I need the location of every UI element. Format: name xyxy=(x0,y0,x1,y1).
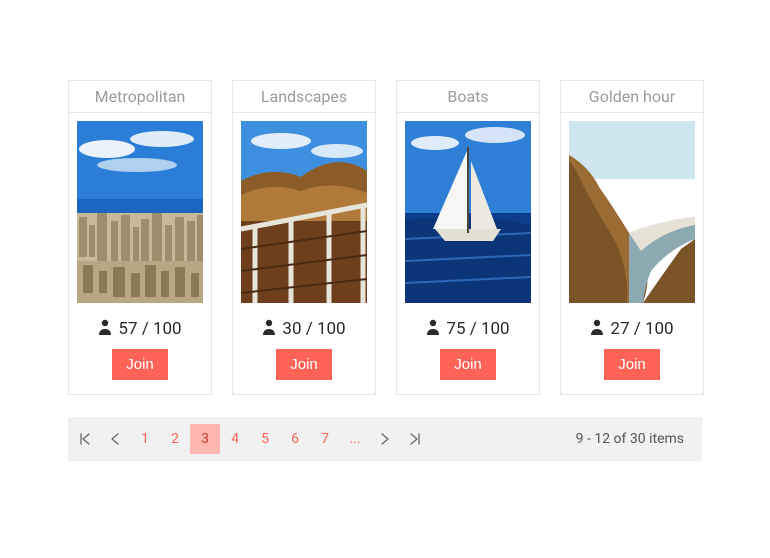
pager-ellipsis[interactable]: ... xyxy=(340,424,370,454)
card-boats: Boats 75 / 100 Join xyxy=(396,80,540,395)
pager: 1 2 3 4 5 6 7 ... 9 - 12 of 30 items xyxy=(68,417,702,461)
join-button[interactable]: Join xyxy=(112,349,168,380)
card-meta: 30 / 100 xyxy=(233,311,375,343)
pager-page-4[interactable]: 4 xyxy=(220,424,250,454)
pager-page-1[interactable]: 1 xyxy=(130,424,160,454)
pager-page-3[interactable]: 3 xyxy=(190,424,220,454)
card-image xyxy=(241,121,367,303)
card-title: Metropolitan xyxy=(69,81,211,113)
card-title: Boats xyxy=(397,81,539,113)
card-image xyxy=(77,121,203,303)
card-meta: 57 / 100 xyxy=(69,311,211,343)
card-count: 30 / 100 xyxy=(282,319,345,339)
pager-page-7[interactable]: 7 xyxy=(310,424,340,454)
person-icon xyxy=(426,319,440,339)
card-meta: 27 / 100 xyxy=(561,311,703,343)
card-image xyxy=(405,121,531,303)
pager-first-button[interactable] xyxy=(70,424,100,454)
card-golden-hour: Golden hour 27 / 100 Join xyxy=(560,80,704,395)
pager-last-button[interactable] xyxy=(400,424,430,454)
pager-page-5[interactable]: 5 xyxy=(250,424,280,454)
pager-page-2[interactable]: 2 xyxy=(160,424,190,454)
pager-page-6[interactable]: 6 xyxy=(280,424,310,454)
pager-info: 9 - 12 of 30 items xyxy=(576,431,700,447)
card-landscapes: Landscapes 30 / 100 xyxy=(232,80,376,395)
join-button[interactable]: Join xyxy=(440,349,496,380)
join-button[interactable]: Join xyxy=(276,349,332,380)
card-count: 27 / 100 xyxy=(610,319,673,339)
card-count: 57 / 100 xyxy=(118,319,181,339)
person-icon xyxy=(98,319,112,339)
card-grid: Metropolitan xyxy=(68,80,702,395)
card-image xyxy=(569,121,695,303)
pager-nav: 1 2 3 4 5 6 7 ... xyxy=(70,424,430,454)
card-metropolitan: Metropolitan xyxy=(68,80,212,395)
pager-next-button[interactable] xyxy=(370,424,400,454)
card-count: 75 / 100 xyxy=(446,319,509,339)
person-icon xyxy=(262,319,276,339)
card-title: Golden hour xyxy=(561,81,703,113)
join-button[interactable]: Join xyxy=(604,349,660,380)
card-meta: 75 / 100 xyxy=(397,311,539,343)
card-title: Landscapes xyxy=(233,81,375,113)
person-icon xyxy=(590,319,604,339)
pager-prev-button[interactable] xyxy=(100,424,130,454)
